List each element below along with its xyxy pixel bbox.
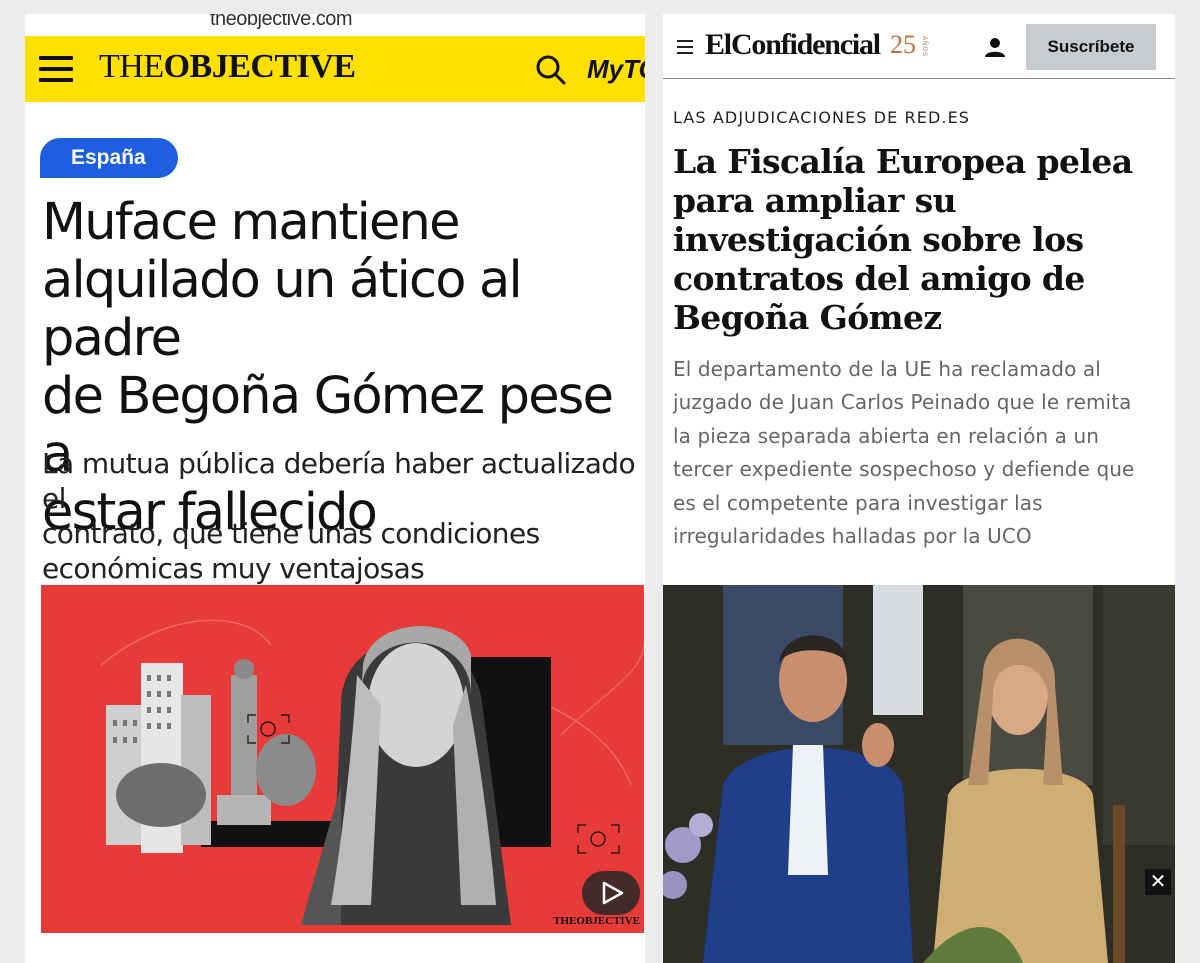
theobjective-logo[interactable]: THEOBJECTIVE [99,48,356,86]
theobjective-article-panel: theobjective.com THEOBJECTIVE MyTO Españ… [25,14,645,963]
logo-part-the: THE [99,48,164,85]
play-video-button[interactable] [582,871,640,915]
article-headline: La Fiscalía Europea pelea para ampliar s… [673,142,1133,337]
theobjective-header: THEOBJECTIVE MyTO [25,36,645,102]
elconfidencial-article-panel: ElConfidencial 25 AÑOS Suscríbete LAS AD… [663,14,1175,963]
search-icon[interactable] [533,52,569,88]
anniversary-label: AÑOS [921,36,927,58]
logo-part-objective: OBJECTIVE [163,48,357,85]
my-to-link[interactable]: MyTO [587,54,645,85]
anniversary-number: 25 [890,30,916,59]
article-subheadline: La mutua pública debería haber actualiza… [42,447,636,585]
article-hero-image[interactable]: THEOBJECTIVE [41,585,644,933]
article-hero-photo[interactable]: ✕ [663,585,1175,963]
collage-illustration [100,619,644,925]
hamburger-menu-icon[interactable] [39,56,73,82]
event-photo [663,585,1175,963]
elconfidencial-header: ElConfidencial 25 AÑOS Suscríbete [663,14,1175,79]
article-lead: El departamento de la UE ha reclamado al… [673,357,1135,549]
image-watermark: THEOBJECTIVE [553,915,640,927]
close-icon[interactable]: ✕ [1145,869,1171,895]
hamburger-menu-icon[interactable] [677,40,693,54]
section-badge-espana[interactable]: España [40,138,178,178]
play-icon [602,881,624,905]
article-kicker[interactable]: LAS ADJUDICACIONES DE RED.ES [673,108,970,127]
user-account-icon[interactable] [984,36,1006,58]
url-fragment: theobjective.com [210,14,353,30]
subscribe-button[interactable]: Suscríbete [1026,24,1156,70]
elconfidencial-logo[interactable]: ElConfidencial [705,28,881,62]
